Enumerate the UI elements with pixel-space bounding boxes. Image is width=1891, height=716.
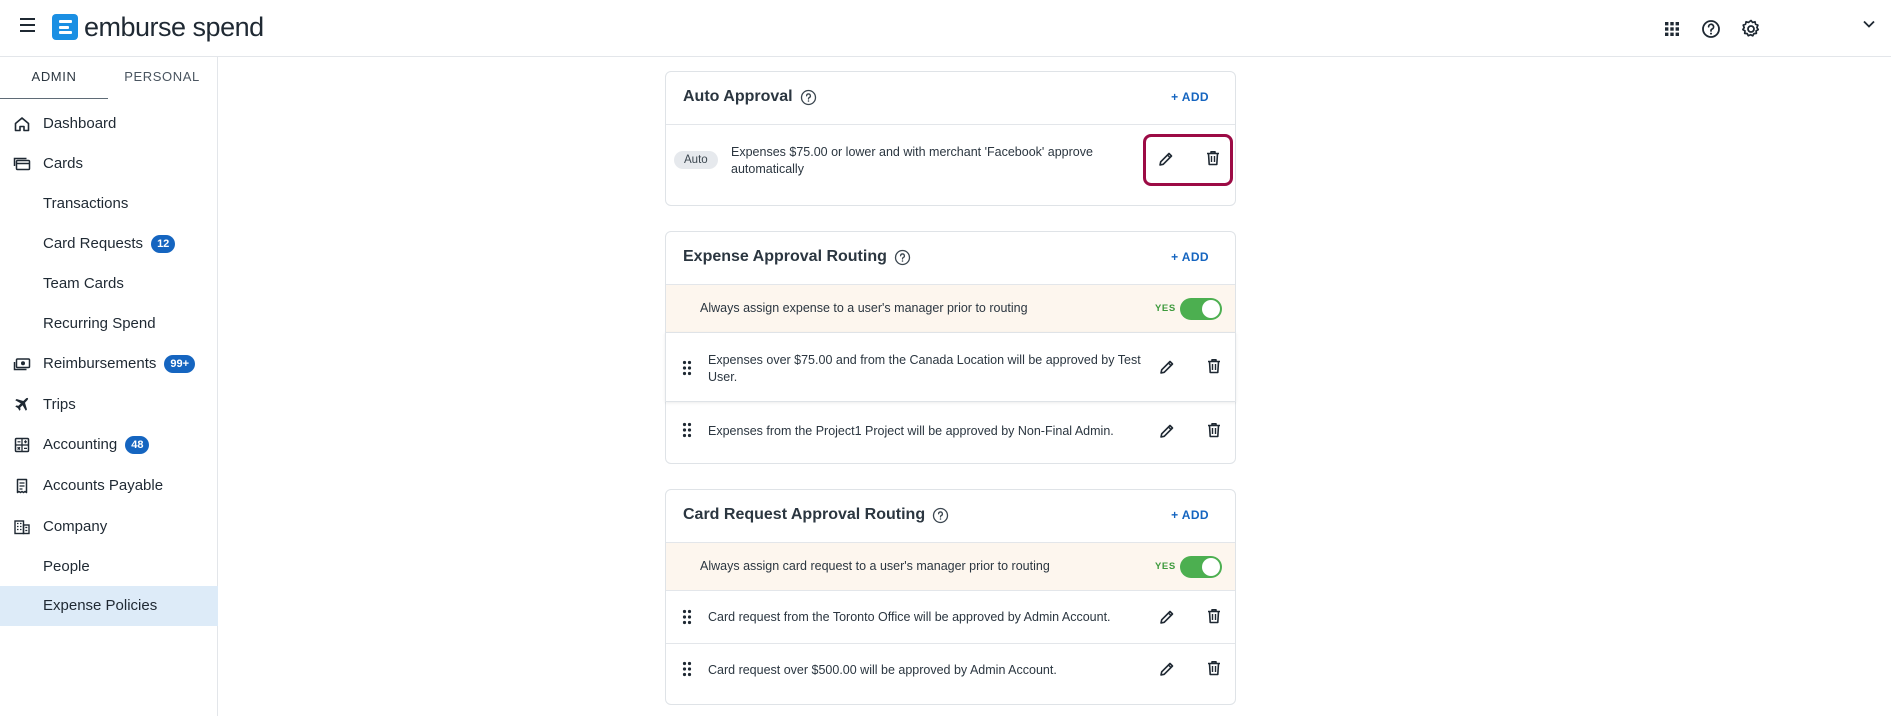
sidebar: ADMIN PERSONAL Dashboard Cards Transacti… [0, 57, 218, 716]
manager-assign-toggle[interactable] [1180, 556, 1222, 578]
toggle-state-label: YES [1155, 303, 1176, 314]
manager-assign-row: Always assign card request to a user's m… [666, 543, 1235, 590]
sidebar-item-accounting[interactable]: Accounting 48 [0, 425, 218, 465]
sidebar-item-label: Cards [43, 155, 84, 172]
help-circle-icon[interactable] [932, 507, 949, 524]
section-title: Card Request Approval Routing [683, 506, 926, 523]
brand-name: emburse spend [84, 12, 264, 42]
sidebar-item-label: Card Requests 12 [43, 235, 176, 253]
home-icon [14, 117, 30, 132]
drag-handle-icon[interactable] [682, 609, 692, 625]
add-card-request-routing-button[interactable]: + ADD [1171, 508, 1209, 522]
expense-routing-card: Expense Approval Routing + ADD Always as… [665, 231, 1236, 464]
sidebar-item-label: Reimbursements 99+ [43, 355, 196, 373]
sidebar-item-label: Accounting 48 [43, 436, 150, 454]
cash-icon [13, 358, 31, 371]
sidebar-item-card-requests[interactable]: Card Requests 12 [0, 224, 218, 264]
drag-handle-icon[interactable] [682, 661, 692, 677]
sidebar-item-label: Dashboard [43, 115, 117, 132]
sidebar-item-recurring-spend[interactable]: Recurring Spend [0, 304, 218, 344]
section-title: Auto Approval [683, 88, 793, 105]
help-circle-icon[interactable] [894, 249, 911, 266]
sidebar-item-expense-policies[interactable]: Expense Policies [0, 586, 218, 626]
manager-assign-toggle[interactable] [1180, 298, 1222, 320]
delete-trash-icon[interactable] [1204, 149, 1222, 167]
tab-personal[interactable]: PERSONAL [110, 57, 214, 99]
sidebar-item-label: Recurring Spend [43, 315, 156, 332]
help-circle-icon[interactable] [800, 89, 817, 106]
sidebar-item-label: Accounts Payable [43, 477, 164, 494]
expense-routing-title: Expense Approval Routing [683, 248, 911, 266]
edit-pencil-icon[interactable] [1158, 358, 1176, 376]
sidebar-item-reimbursements[interactable]: Reimbursements 99+ [0, 344, 218, 384]
add-expense-routing-button[interactable]: + ADD [1171, 250, 1209, 264]
count-badge: 12 [151, 235, 176, 253]
auto-approval-card: Auto Approval + ADD Auto Expenses $75.00… [665, 71, 1236, 206]
routing-rule-text: Expenses from the Project1 Project will … [708, 424, 1114, 438]
auto-pill: Auto [674, 151, 718, 169]
settings-gear-icon[interactable] [1739, 17, 1763, 41]
count-badge: 99+ [164, 355, 196, 373]
menu-icon[interactable] [20, 18, 40, 38]
sidebar-item-cards[interactable]: Cards [0, 144, 218, 184]
manager-assign-text: Always assign expense to a user's manage… [700, 301, 1028, 315]
divider [666, 124, 1235, 125]
routing-rule-row[interactable]: Card request from the Toronto Office wil… [666, 591, 1235, 643]
delete-trash-icon[interactable] [1205, 357, 1223, 375]
sidebar-item-transactions[interactable]: Transactions [0, 184, 218, 224]
edit-pencil-icon[interactable] [1158, 422, 1176, 440]
auto-approval-title: Auto Approval [683, 88, 817, 106]
accounting-icon [14, 437, 30, 453]
routing-rule-text: Expenses over $75.00 and from the Canada… [708, 353, 1141, 384]
auto-approval-rule-text: Expenses $75.00 or lower and with mercha… [731, 145, 1093, 176]
airplane-icon [15, 397, 29, 411]
tab-admin[interactable]: ADMIN [0, 57, 108, 99]
routing-rule-row[interactable]: Card request over $500.00 will be approv… [666, 644, 1235, 702]
brand-logo-mark [52, 14, 78, 40]
routing-rule-text: Card request from the Toronto Office wil… [708, 610, 1111, 624]
drag-handle-icon[interactable] [682, 422, 692, 438]
delete-trash-icon[interactable] [1205, 421, 1223, 439]
sidebar-item-label: Expense Policies [43, 597, 158, 614]
edit-pencil-icon[interactable] [1158, 660, 1176, 678]
edit-pencil-icon[interactable] [1158, 608, 1176, 626]
sidebar-item-people[interactable]: People [0, 547, 218, 587]
top-header: emburse spend [0, 0, 1891, 57]
sidebar-tabs: ADMIN PERSONAL [0, 57, 218, 99]
sidebar-item-label: Team Cards [43, 275, 124, 292]
help-icon[interactable] [1699, 17, 1723, 41]
manager-assign-text: Always assign card request to a user's m… [700, 559, 1050, 573]
delete-trash-icon[interactable] [1205, 659, 1223, 677]
toggle-state-label: YES [1155, 561, 1176, 572]
apps-grid-icon[interactable] [1660, 17, 1684, 41]
sidebar-item-company[interactable]: Company [0, 507, 218, 547]
routing-rule-row[interactable]: Expenses over $75.00 and from the Canada… [665, 332, 1236, 402]
section-title: Expense Approval Routing [683, 248, 887, 265]
sidebar-item-team-cards[interactable]: Team Cards [0, 264, 218, 304]
delete-trash-icon[interactable] [1205, 607, 1223, 625]
sidebar-item-accounts-payable[interactable]: Accounts Payable [0, 466, 218, 506]
cards-icon [13, 157, 31, 171]
sidebar-item-label: Transactions [43, 195, 129, 212]
manager-assign-row: Always assign expense to a user's manage… [666, 285, 1235, 332]
brand-logo[interactable]: emburse spend [52, 12, 264, 42]
drag-handle-icon[interactable] [682, 360, 692, 376]
sidebar-item-trips[interactable]: Trips [0, 385, 218, 425]
building-icon [14, 520, 30, 535]
sidebar-item-dashboard[interactable]: Dashboard [0, 104, 218, 144]
routing-rule-text: Card request over $500.00 will be approv… [708, 663, 1057, 677]
card-request-routing-title: Card Request Approval Routing [683, 506, 949, 524]
receipt-icon [16, 478, 28, 494]
sidebar-item-label: Trips [43, 396, 76, 413]
routing-rule-row[interactable]: Expenses from the Project1 Project will … [666, 404, 1235, 462]
sidebar-item-label: Company [43, 518, 108, 535]
count-badge: 48 [125, 436, 150, 454]
edit-pencil-icon[interactable] [1157, 150, 1175, 168]
card-request-routing-card: Card Request Approval Routing + ADD Alwa… [665, 489, 1236, 705]
sidebar-item-label: People [43, 558, 90, 575]
chevron-down-icon[interactable] [1861, 16, 1877, 32]
add-auto-approval-button[interactable]: + ADD [1171, 90, 1209, 104]
